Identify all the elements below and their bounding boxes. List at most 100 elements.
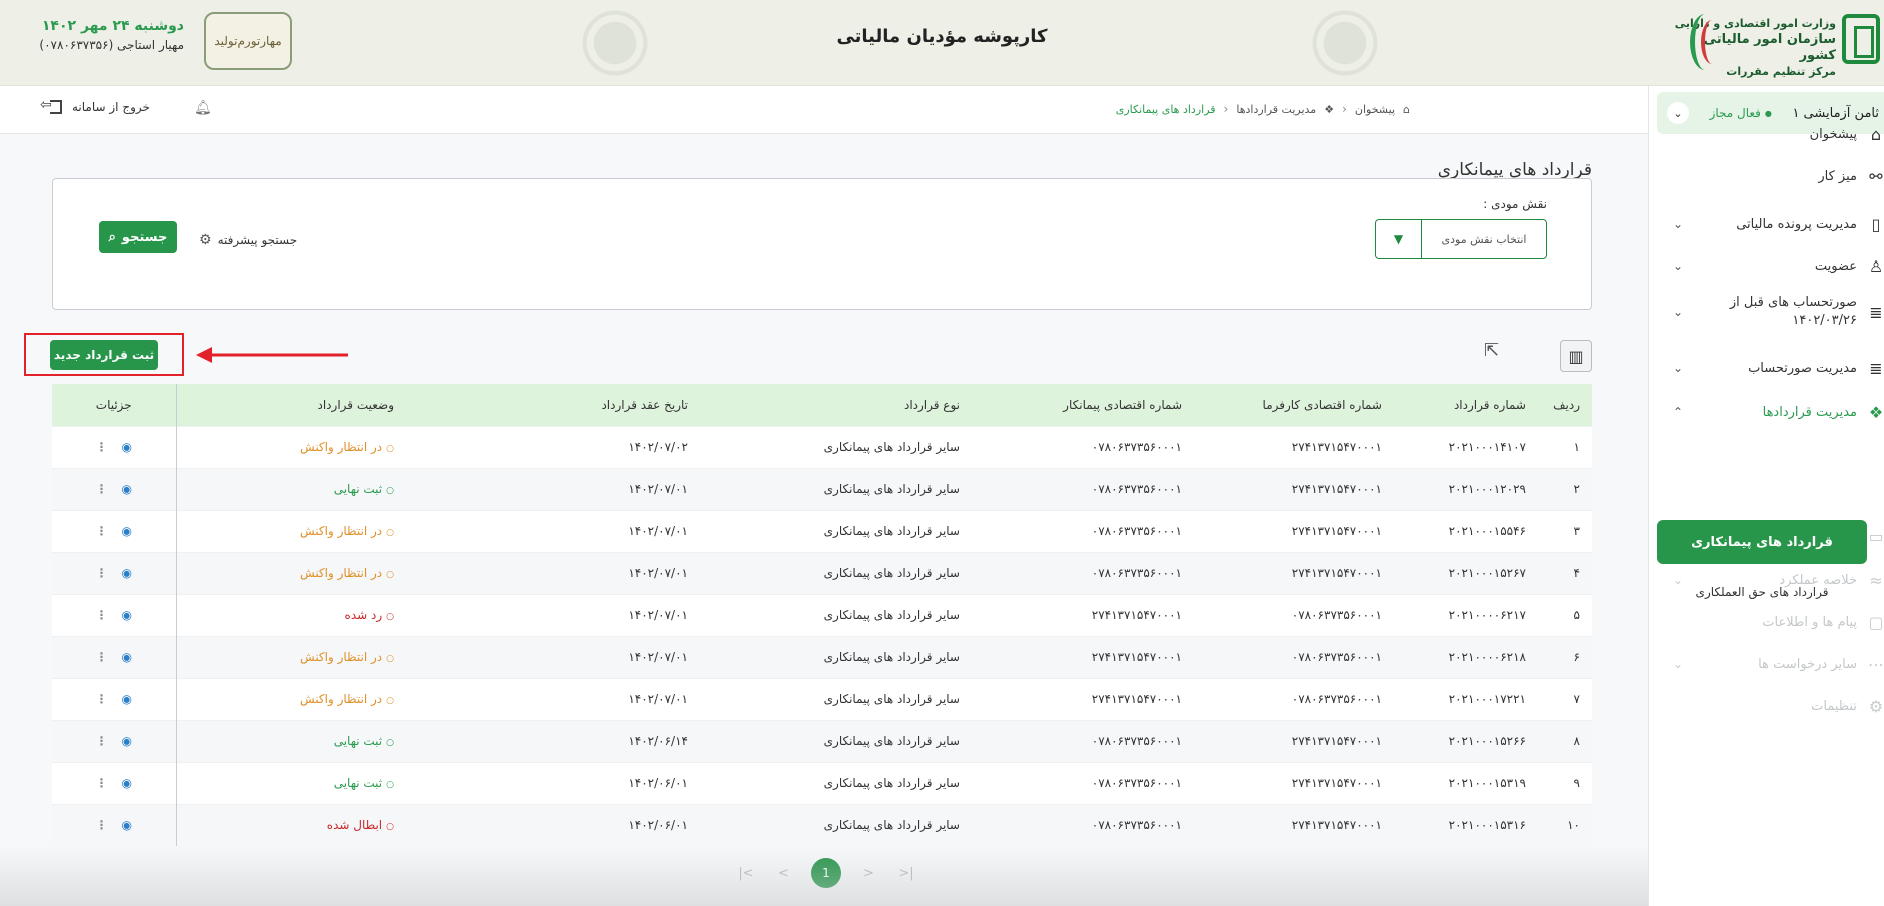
bell-icon[interactable]: 🔔︎ — [194, 100, 212, 116]
logout-button[interactable]: خروج از سامانه — [40, 97, 150, 114]
role-select[interactable]: انتخاب نقش مودی ▼ — [1375, 219, 1547, 259]
sidebar-item-file[interactable]: ▯ مدیریت پرونده مالیاتی ⌄ — [1669, 204, 1884, 244]
kebab-menu-icon[interactable]: ⋮ — [96, 566, 108, 580]
eye-icon[interactable]: ◉ — [122, 440, 132, 454]
sidebar-item-invoice[interactable]: ≣ صورتحساب های قبل از ۱۴۰۲/۰۳/۲۶ ⌄ — [1669, 292, 1884, 332]
role-label: نقش مودی : — [1483, 197, 1547, 211]
sidebar-item-user[interactable]: ♙ عضویت ⌄ — [1669, 246, 1884, 286]
table-row[interactable]: ۱ ۲۰۲۱۰۰۰۱۴۱۰۷ ۲۷۴۱۳۷۱۵۴۷۰۰۰۱ ۰۷۸۰۶۳۷۳۵۶۰۰۰… — [52, 426, 1592, 468]
cell-contract-type: سایر قرارداد های پیمانکاری — [823, 566, 960, 580]
cell-contract-number: ۲۰۲۱۰۰۰۱۴۱۰۷ — [1448, 440, 1526, 454]
invoice-icon: ≣ — [1869, 302, 1883, 322]
table-row[interactable]: ۴ ۲۰۲۱۰۰۰۱۵۲۶۷ ۲۷۴۱۳۷۱۵۴۷۰۰۰۱ ۰۷۸۰۶۳۷۳۵۶۰۰۰… — [52, 552, 1592, 594]
advanced-search-link[interactable]: جستجو پیشرفته ⚙ — [199, 232, 297, 248]
kebab-menu-icon[interactable]: ⋮ — [96, 608, 108, 622]
mouse-cursor-icon: ⇱ — [1484, 340, 1500, 361]
cell-details: ◉⋮ — [52, 552, 177, 594]
cell-status: ○در انتظار واکنش — [176, 426, 406, 468]
chevron-down-icon[interactable]: ▼ — [1376, 220, 1422, 258]
eye-icon[interactable]: ◉ — [122, 776, 132, 790]
table-row[interactable]: ۷ ۲۰۲۱۰۰۰۱۷۲۲۱ ۰۷۸۰۶۳۷۳۵۶۰۰۰۱ ۲۷۴۱۳۷۱۵۴۷۰۰۰… — [52, 678, 1592, 720]
kebab-menu-icon[interactable]: ⋮ — [96, 734, 108, 748]
col-header-contract-type: نوع قرارداد — [903, 397, 960, 412]
eye-icon[interactable]: ◉ — [122, 482, 132, 496]
org-logo: وزارت امور اقتصادی و دارایی سازمان امور … — [1668, 6, 1880, 78]
cell-employer-id: ۲۷۴۱۳۷۱۵۴۷۰۰۰۱ — [1291, 482, 1382, 496]
next-page-button[interactable]: > — [859, 866, 879, 881]
sub-header: خروج از سامانه 🔔︎ ⌂ پیشخوان ‹ ❖ مدیریت ق… — [0, 86, 1648, 134]
columns-icon[interactable]: ▥ — [1560, 340, 1592, 372]
sidebar-item-home[interactable]: ⌂ پیشخوان — [1669, 114, 1884, 154]
status-dot-icon: ○ — [386, 528, 394, 538]
cell-status: ○رد شده — [176, 594, 406, 636]
chevron-down-icon[interactable]: ⌄ — [1669, 361, 1687, 375]
top-header: کارپوشه مؤدیان مالیاتی دوشنبه ۲۴ مهر ۱۴۰… — [0, 0, 1884, 86]
kebab-menu-icon[interactable]: ⋮ — [96, 776, 108, 790]
eye-icon[interactable]: ◉ — [122, 524, 132, 538]
col-header-employer-id: شماره اقتصادی کارفرما — [1262, 397, 1382, 412]
cell-contractor-id: ۰۷۸۰۶۳۷۳۵۶۰۰۰۱ — [1091, 566, 1182, 580]
eye-icon[interactable]: ◉ — [122, 650, 132, 664]
sidebar-item-label: مدیریت قراردادها — [1762, 404, 1857, 420]
handshake-icon: ❖ — [1868, 402, 1884, 422]
table-row[interactable]: ۸ ۲۰۲۱۰۰۰۱۵۲۶۶ ۲۷۴۱۳۷۱۵۴۷۰۰۰۱ ۰۷۸۰۶۳۷۳۵۶۰۰۰… — [52, 720, 1592, 762]
cell-contract-number: ۲۰۲۱۰۰۰۱۲۰۲۹ — [1448, 482, 1526, 496]
new-contract-button[interactable]: ثبت قرارداد جدید — [50, 340, 158, 370]
cell-contract-number: ۲۰۲۱۰۰۰۱۵۵۴۶ — [1448, 524, 1526, 538]
cell-details: ◉⋮ — [52, 510, 177, 552]
status-dot-icon: ○ — [386, 570, 394, 580]
user-name: مهیار استاجی (۰۷۸۰۶۳۷۳۵۶) — [39, 38, 184, 52]
status-badge: در انتظار واکنش — [300, 650, 383, 664]
status-badge: در انتظار واکنش — [300, 440, 383, 454]
kebab-menu-icon[interactable]: ⋮ — [96, 818, 108, 832]
eye-icon[interactable]: ◉ — [122, 734, 132, 748]
table-row[interactable]: ۹ ۲۰۲۱۰۰۰۱۵۳۱۹ ۲۷۴۱۳۷۱۵۴۷۰۰۰۱ ۰۷۸۰۶۳۷۳۵۶۰۰۰… — [52, 762, 1592, 804]
kebab-menu-icon[interactable]: ⋮ — [96, 650, 108, 664]
last-page-button[interactable]: >| — [896, 866, 916, 881]
table-row[interactable]: ۶ ۲۰۲۱۰۰۰۰۶۲۱۸ ۰۷۸۰۶۳۷۳۵۶۰۰۰۱ ۲۷۴۱۳۷۱۵۴۷۰۰۰… — [52, 636, 1592, 678]
cell-details: ◉⋮ — [52, 468, 177, 510]
chevron-down-icon[interactable]: ⌄ — [1669, 259, 1687, 273]
eye-icon[interactable]: ◉ — [122, 566, 132, 580]
status-badge: در انتظار واکنش — [300, 524, 383, 538]
kebab-menu-icon[interactable]: ⋮ — [96, 524, 108, 538]
table-row[interactable]: ۳ ۲۰۲۱۰۰۰۱۵۵۴۶ ۲۷۴۱۳۷۱۵۴۷۰۰۰۱ ۰۷۸۰۶۳۷۳۵۶۰۰۰… — [52, 510, 1592, 552]
chevron-down-icon[interactable]: ⌄ — [1669, 217, 1687, 231]
cell-contract-date: ۱۴۰۲/۰۷/۰۱ — [628, 608, 688, 622]
eye-icon[interactable]: ◉ — [122, 608, 132, 622]
sidebar-subitem-contracting[interactable]: قرارداد های پیمانکاری — [1657, 520, 1867, 564]
campaign-logo: مهارتورم‌تولید — [204, 12, 292, 70]
sidebar-subitem-commission[interactable]: قرارداد های حق العملکاری — [1657, 570, 1867, 614]
eye-icon[interactable]: ◉ — [122, 818, 132, 832]
sidebar-item-request[interactable]: ⋯ سایر درخواست ها ⌄ — [1669, 644, 1884, 684]
cell-contract-date: ۱۴۰۲/۰۷/۰۱ — [628, 524, 688, 538]
first-page-button[interactable]: |< — [736, 866, 756, 881]
breadcrumb-item-contracts[interactable]: مدیریت قراردادها — [1236, 103, 1316, 116]
cell-contract-type: سایر قرارداد های پیمانکاری — [823, 608, 960, 622]
kebab-menu-icon[interactable]: ⋮ — [96, 482, 108, 496]
breadcrumb-item-dashboard[interactable]: پیشخوان — [1355, 103, 1395, 116]
search-button[interactable]: جستجو ⌕ — [99, 221, 177, 253]
eye-icon[interactable]: ◉ — [122, 692, 132, 706]
table-row[interactable]: ۲ ۲۰۲۱۰۰۰۱۲۰۲۹ ۲۷۴۱۳۷۱۵۴۷۰۰۰۱ ۰۷۸۰۶۳۷۳۵۶۰۰۰… — [52, 468, 1592, 510]
kebab-menu-icon[interactable]: ⋮ — [96, 692, 108, 706]
page-button-current[interactable]: 1 — [811, 858, 841, 888]
chevron-up-icon[interactable]: ⌃ — [1669, 405, 1687, 419]
cell-contract-type: سایر قرارداد های پیمانکاری — [823, 524, 960, 538]
table-row[interactable]: ۱۰ ۲۰۲۱۰۰۰۱۵۳۱۶ ۲۷۴۱۳۷۱۵۴۷۰۰۰۱ ۰۷۸۰۶۳۷۳۵۶۰۰… — [52, 804, 1592, 846]
chevron-down-icon[interactable]: ⌄ — [1669, 657, 1687, 671]
cell-contract-type: سایر قرارداد های پیمانکاری — [823, 734, 960, 748]
col-header-index: ردیف — [1553, 397, 1580, 412]
chevron-down-icon[interactable]: ⌄ — [1669, 305, 1687, 319]
cell-index: ۸ — [1573, 734, 1580, 748]
table-row[interactable]: ۵ ۲۰۲۱۰۰۰۰۶۲۱۷ ۰۷۸۰۶۳۷۳۵۶۰۰۰۱ ۲۷۴۱۳۷۱۵۴۷۰۰۰… — [52, 594, 1592, 636]
prev-page-button[interactable]: < — [774, 866, 794, 881]
sidebar-item-settings[interactable]: ⚙ تنظیمات — [1669, 686, 1884, 726]
status-badge: در انتظار واکنش — [300, 692, 383, 706]
kebab-menu-icon[interactable]: ⋮ — [96, 440, 108, 454]
cell-index: ۵ — [1573, 608, 1580, 622]
sidebar-item-workflow[interactable]: ⚯ میز کار — [1669, 156, 1884, 196]
sidebar-item-handshake[interactable]: ❖ مدیریت قراردادها ⌃ — [1669, 392, 1884, 432]
sidebar-item-invoice-manage[interactable]: ≣ مدیریت صورتحساب ⌄ — [1669, 348, 1884, 388]
col-header-status: وضعیت قرارداد — [317, 397, 395, 412]
